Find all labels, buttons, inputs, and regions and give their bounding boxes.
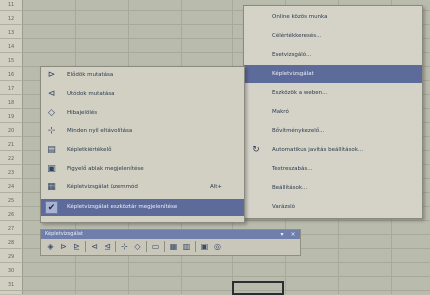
submenu-item[interactable]: ✔ Képletvizsgálat eszköztár megjelenítése — [41, 199, 244, 216]
menu-item-label: Eszközök a weben... — [272, 90, 328, 96]
dropdown-icon[interactable]: ▾ — [278, 231, 286, 238]
gridline — [22, 290, 430, 291]
autocorrect-icon: ↻ — [252, 145, 260, 155]
row-number[interactable]: 24 — [0, 183, 22, 193]
formula-auditing-toolbar[interactable]: Képletvizsgálat ▾ × ◈ ⊳ ⊵ ⊲ ⊴ ⊹ ◇ ▭ ▦ ▥ ▣ ◎ — [40, 229, 301, 256]
submenu-item-label: Figyelő ablak megjelenítése — [67, 166, 144, 172]
row-number[interactable]: 15 — [0, 57, 22, 67]
menu-item[interactable]: Bővítménykezelő... — [244, 122, 422, 140]
remove-all-arrows-icon[interactable]: ⊹ — [119, 241, 130, 252]
row-number[interactable]: 31 — [0, 281, 22, 291]
evaluate-formula-icon[interactable]: ◎ — [212, 241, 223, 252]
menu-item-label: Online közös munka — [272, 14, 328, 20]
row-number[interactable]: 13 — [0, 29, 22, 39]
menu-item-label: Képletvizsgálat — [272, 71, 314, 77]
close-icon[interactable]: × — [289, 231, 297, 238]
menu-item[interactable]: Online közös munka — [244, 8, 422, 26]
menu-item[interactable]: Makró — [244, 103, 422, 121]
menu-item-label: Bővítménykezelő... — [272, 128, 325, 134]
menu-item-label: Esetvizsgáló... — [272, 52, 312, 58]
submenu-item[interactable]: ⊲ Utódok mutatása — [41, 86, 244, 103]
submenu-item[interactable]: ⊳ Elődök mutatása — [41, 67, 244, 84]
row-header[interactable]: 11 12 13 14 15 16 17 18 19 20 21 22 23 24 25 26 27 28 29 30… — [0, 0, 23, 294]
menu-item-label: Célértékkeresés... — [272, 33, 322, 39]
tools-menu: Online közös munka Célértékkeresés... Eset… — [243, 5, 423, 219]
row-number[interactable]: 12 — [0, 15, 22, 25]
checkmark-icon: ✔ — [45, 201, 58, 214]
trace-dependents-icon[interactable]: ⊲ — [89, 241, 100, 252]
row-number[interactable]: 25 — [0, 197, 22, 207]
trace-error-icon[interactable]: ◇ — [132, 241, 143, 252]
row-number[interactable]: 28 — [0, 239, 22, 249]
menu-item-label: Varázsló — [272, 204, 295, 210]
row-number[interactable]: 29 — [0, 253, 22, 263]
row-number[interactable]: 20 — [0, 127, 22, 137]
watch-window-icon: ▣ — [47, 164, 56, 174]
submenu-item[interactable]: ▤ Képletkiértékelő — [41, 142, 244, 159]
menu-item[interactable]: Esetvizsgáló... — [244, 46, 422, 64]
row-number[interactable]: 22 — [0, 155, 22, 165]
submenu-item[interactable]: ⊹ Minden nyíl eltávolítása — [41, 123, 244, 140]
row-number[interactable]: 18 — [0, 99, 22, 109]
menu-item-label: Testreszabás... — [272, 166, 313, 172]
remove-arrows-icon: ⊹ — [47, 126, 56, 136]
submenu-item[interactable]: ▦ Képletvizsgálat üzemmód Alt+ — [41, 179, 244, 196]
menu-item[interactable]: Képletvizsgálat — [244, 65, 422, 83]
submenu-item[interactable]: ◇ Hibajelölés — [41, 105, 244, 122]
row-number[interactable]: 16 — [0, 71, 22, 81]
toolbar-separator — [164, 241, 165, 252]
menu-item[interactable]: ↻ Automatikus javítás beállítások... — [244, 141, 422, 159]
row-number[interactable]: 14 — [0, 43, 22, 53]
circle-invalid-data-icon[interactable]: ▦ — [168, 241, 179, 252]
toolbar-title[interactable]: Képletvizsgálat — [41, 230, 300, 239]
row-number[interactable]: 19 — [0, 113, 22, 123]
menu-item[interactable]: Eszközök a weben... — [244, 84, 422, 102]
toolbar-separator — [146, 241, 147, 252]
new-comment-icon[interactable]: ▭ — [150, 241, 161, 252]
show-watch-window-icon[interactable]: ▣ — [199, 241, 210, 252]
gridline — [22, 262, 430, 263]
trace-precedents-icon: ⊳ — [47, 70, 56, 80]
submenu-item-label: Hibajelölés — [67, 110, 98, 116]
submenu-item-label: Minden nyíl eltávolítása — [67, 128, 133, 134]
submenu-item-label: Képletvizsgálat eszköztár megjelenítése — [67, 204, 178, 210]
trace-precedents-icon[interactable]: ⊳ — [58, 241, 69, 252]
toolbar-separator — [85, 241, 86, 252]
formula-auditing-submenu: ⊳ Elődök mutatása ⊲ Utódok mutatása ◇ Hibajel… — [40, 66, 245, 223]
row-number[interactable]: 26 — [0, 211, 22, 221]
menu-item[interactable]: Testreszabás... — [244, 160, 422, 178]
menu-item[interactable]: Beállítások... — [244, 179, 422, 197]
menu-item[interactable]: Varázsló — [244, 198, 422, 216]
menu-item-label: Beállítások... — [272, 185, 308, 191]
submenu-item-label: Képletvizsgálat üzemmód — [67, 184, 138, 190]
row-number[interactable]: 30 — [0, 267, 22, 277]
row-number[interactable]: 27 — [0, 225, 22, 235]
menu-item[interactable]: Célértékkeresés... — [244, 27, 422, 45]
submenu-item-label: Elődök mutatása — [67, 72, 114, 78]
evaluate-formula-icon: ▤ — [47, 145, 56, 155]
row-number[interactable]: 21 — [0, 141, 22, 151]
row-number[interactable]: 17 — [0, 85, 22, 95]
gridline — [22, 276, 430, 277]
clear-validation-circles-icon[interactable]: ▥ — [181, 241, 192, 252]
menu-item-label: Makró — [272, 109, 289, 115]
toolbar-separator — [115, 241, 116, 252]
row-number[interactable]: 23 — [0, 169, 22, 179]
menu-item-label: Automatikus javítás beállítások... — [272, 147, 364, 153]
toolbar-separator — [195, 241, 196, 252]
row-number[interactable]: 11 — [0, 1, 22, 11]
trace-dependents-icon: ⊲ — [47, 89, 56, 99]
trace-error-icon: ◇ — [48, 108, 55, 118]
formula-mode-icon: ▦ — [47, 182, 56, 192]
remove-dependent-arrows-icon[interactable]: ⊴ — [102, 241, 113, 252]
submenu-item-label: Képletkiértékelő — [67, 147, 112, 153]
selected-cell[interactable] — [232, 281, 284, 295]
error-check-icon[interactable]: ◈ — [45, 241, 56, 252]
submenu-item-label: Utódok mutatása — [67, 91, 115, 97]
submenu-item[interactable]: ▣ Figyelő ablak megjelenítése — [41, 161, 244, 178]
remove-precedent-arrows-icon[interactable]: ⊵ — [71, 241, 82, 252]
shortcut-text: Alt+ — [209, 184, 222, 190]
